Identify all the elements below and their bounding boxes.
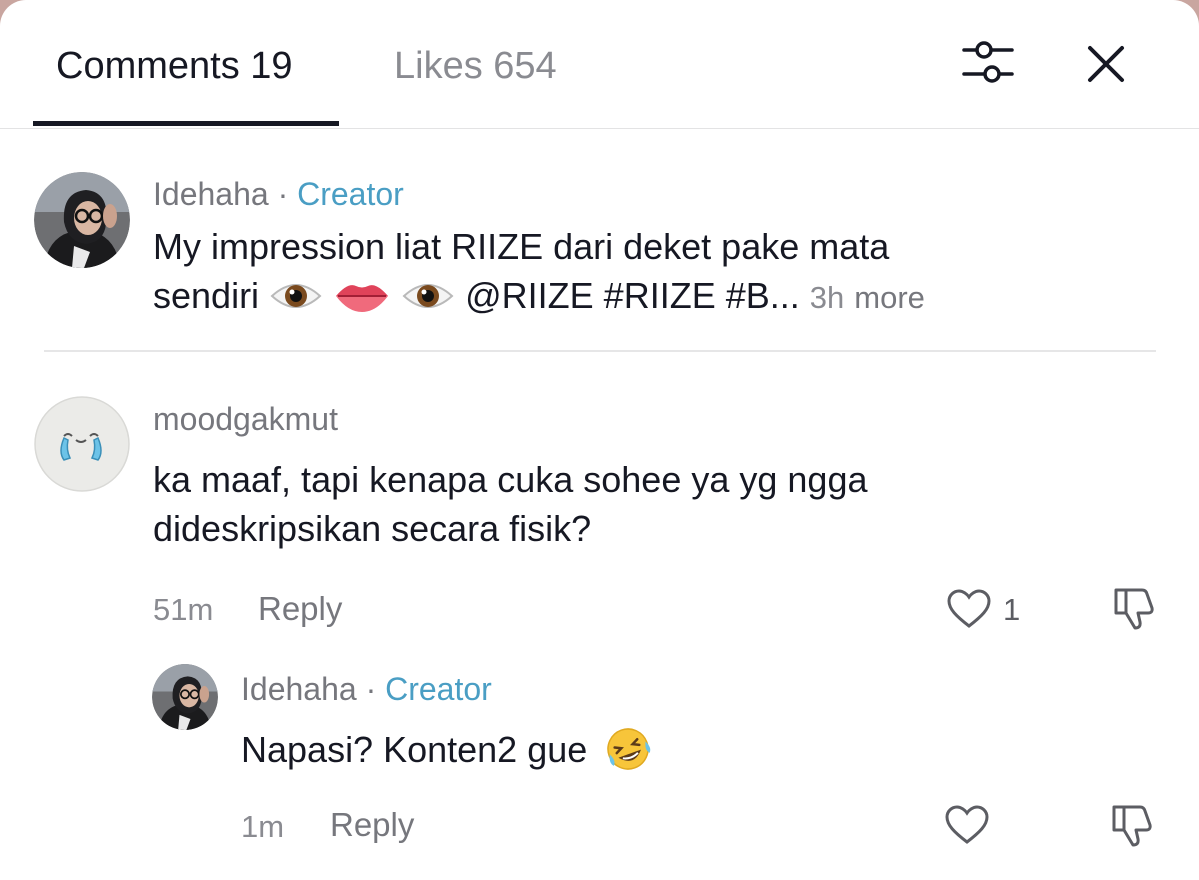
heart-icon[interactable] xyxy=(946,588,992,630)
close-icon[interactable] xyxy=(1082,40,1130,88)
comment-text-segment: @RIIZE #RIIZE #B... xyxy=(465,275,800,316)
comments-header: Comments 19 Likes 654 xyxy=(0,0,1199,129)
comment-text-line: dideskripsikan secara fisik? xyxy=(153,508,592,549)
creator-badge: Creator xyxy=(297,176,404,212)
comment-text: Napasi? Konten2 gue xyxy=(241,725,654,774)
dislike-icon[interactable] xyxy=(1106,803,1154,849)
separator: · xyxy=(268,176,298,212)
comments-sheet: Comments 19 Likes 654 Idehaha · Creator … xyxy=(0,0,1199,880)
avatar[interactable] xyxy=(34,396,130,492)
divider xyxy=(44,350,1156,352)
like-count: 1 xyxy=(1003,592,1021,627)
sliders-icon[interactable] xyxy=(960,38,1016,86)
timestamp: 1m xyxy=(241,809,285,844)
tab-comments[interactable]: Comments 19 xyxy=(56,44,293,88)
username[interactable]: moodgakmut xyxy=(153,400,338,438)
comment-header: Idehaha · Creator xyxy=(153,175,404,213)
avatar[interactable] xyxy=(152,664,218,730)
separator: · xyxy=(356,671,386,707)
comment-header: Idehaha · Creator xyxy=(241,670,492,708)
eye-emoji xyxy=(270,284,322,308)
reply-button[interactable]: Reply xyxy=(258,589,342,629)
timestamp: 3h xyxy=(809,280,845,315)
comment-text-line: ka maaf, tapi kenapa cuka sohee ya yg ng… xyxy=(153,459,868,500)
username[interactable]: Idehaha xyxy=(153,176,269,212)
active-tab-indicator xyxy=(33,121,339,126)
comment-text-line: My impression liat RIIZE dari deket pake… xyxy=(153,226,890,267)
comment-text-segment: Napasi? Konten2 gue xyxy=(241,729,588,770)
reply-button[interactable]: Reply xyxy=(330,805,414,845)
creator-badge: Creator xyxy=(385,671,492,707)
more-link[interactable]: more xyxy=(854,280,925,315)
username[interactable]: Idehaha xyxy=(241,671,357,707)
dislike-icon[interactable] xyxy=(1108,586,1156,632)
comment-text: My impression liat RIIZE dari deket pake… xyxy=(153,222,925,322)
timestamp: 51m xyxy=(153,592,214,627)
comment-text: ka maaf, tapi kenapa cuka sohee ya yg ng… xyxy=(153,455,867,553)
eye-emoji xyxy=(402,284,454,308)
tab-likes[interactable]: Likes 654 xyxy=(394,44,557,88)
rofl-emoji xyxy=(607,728,651,770)
lips-emoji xyxy=(336,285,389,312)
heart-icon[interactable] xyxy=(944,804,990,846)
avatar[interactable] xyxy=(34,172,130,268)
comment-text-segment: sendiri xyxy=(153,275,260,316)
